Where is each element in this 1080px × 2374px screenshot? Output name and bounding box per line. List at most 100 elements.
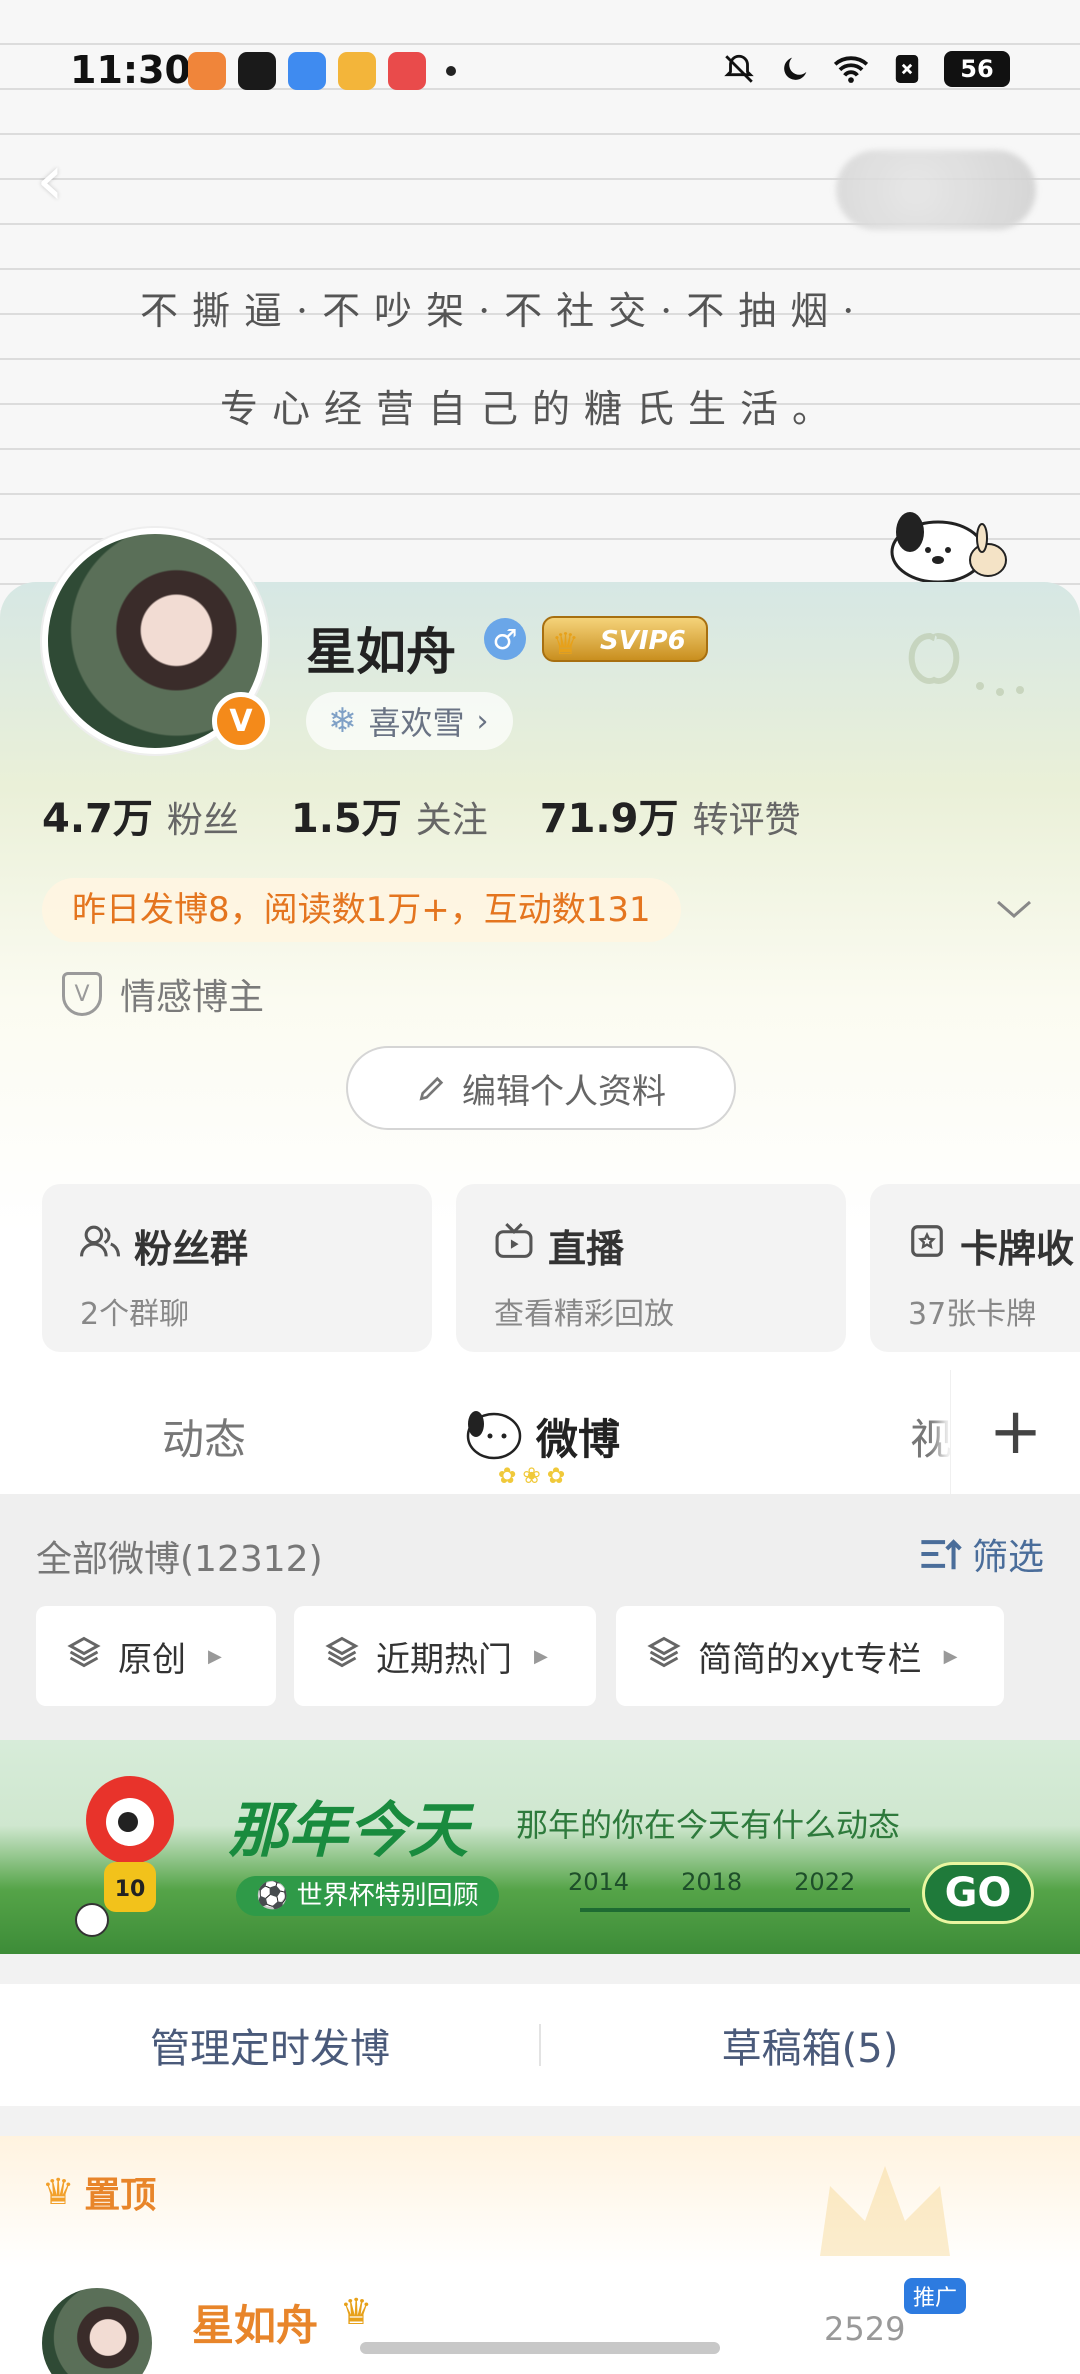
post-count: 2529 xyxy=(824,2310,906,2348)
promo-go-button[interactable]: GO xyxy=(922,1862,1034,1924)
year-label: 2014 xyxy=(568,1868,630,1896)
pencil-icon xyxy=(419,1076,444,1101)
promo-cup-label: ⚽ 世界杯特别回顾 xyxy=(236,1876,499,1916)
filter-label: 筛选 xyxy=(971,1537,1044,1578)
app-icon-player xyxy=(388,52,426,90)
battery-icon: 56 xyxy=(944,51,1010,87)
feature-sub: 2个群聊 xyxy=(80,1297,190,1332)
profile-stats: 4.7万 粉丝 1.5万 关注 71.9万 转评赞 xyxy=(42,786,852,844)
like-tag-pill[interactable]: ❄ 喜欢雪 › xyxy=(306,692,513,750)
manage-row: 管理定时发博 草稿箱(5) xyxy=(0,1984,1080,2106)
shield-icon: V xyxy=(62,972,102,1016)
stat-label: 转评赞 xyxy=(692,800,801,841)
on-this-day-banner[interactable]: 10 那年今天 那年的你在今天有什么动态 ⚽ 世界杯特别回顾 2014 2018… xyxy=(0,1740,1080,1954)
tab-video[interactable]: 视 xyxy=(910,1406,952,1467)
tab-weibo[interactable]: 微博 xyxy=(536,1406,620,1467)
moon-icon xyxy=(776,50,814,88)
stat-followers[interactable]: 4.7万 粉丝 xyxy=(42,786,239,844)
status-bar: 11:30 56 xyxy=(0,44,1080,104)
promo-timeline xyxy=(580,1908,910,1912)
flower-decor-icon: ✿❀✿ xyxy=(498,1464,572,1489)
feature-cards[interactable]: 卡牌收 37张卡牌 xyxy=(870,1184,1080,1352)
ad-badge: 推广 xyxy=(904,2278,966,2314)
yesterday-summary[interactable]: 昨日发博8，阅读数1万+，互动数131 xyxy=(42,878,681,942)
wifi-icon xyxy=(832,50,870,88)
pinned-post[interactable]: ♛ 置顶 星如舟 ♛ 2529 推广 xyxy=(0,2136,1080,2374)
stat-value: 71.9万 xyxy=(539,796,679,842)
stat-label: 粉丝 xyxy=(166,800,239,841)
group-icon xyxy=(80,1223,120,1268)
chip-column[interactable]: 简简的xyt专栏 ▶ xyxy=(616,1606,1004,1706)
feature-title: 粉丝群 xyxy=(134,1227,249,1271)
stat-label: 关注 xyxy=(415,800,488,841)
chevron-down-icon[interactable] xyxy=(994,886,1034,932)
chip-label: 原创 xyxy=(118,1639,186,1680)
blogger-tag-label: 情感博主 xyxy=(120,977,265,1018)
app-icon-douyin xyxy=(238,52,276,90)
post-author[interactable]: 星如舟 xyxy=(192,2292,318,2353)
snowflake-icon: ❄ xyxy=(328,701,357,741)
notification-icons xyxy=(188,52,456,90)
stat-value: 1.5万 xyxy=(290,796,402,842)
banner-text-line1: 不撕逼·不吵架·不社交·不抽烟· xyxy=(140,289,869,333)
promo-title: 那年今天 xyxy=(228,1796,468,1866)
pochacco-tab-icon xyxy=(466,1411,522,1460)
drafts-button[interactable]: 草稿箱(5) xyxy=(540,1984,1080,2106)
sim-icon xyxy=(888,50,926,88)
caret-right-icon: ▶ xyxy=(534,1645,548,1667)
chip-label: 近期热门 xyxy=(376,1639,512,1680)
status-time: 11:30 xyxy=(70,48,191,92)
chip-recent-hot[interactable]: 近期热门 ▶ xyxy=(294,1606,596,1706)
feature-sub: 查看精彩回放 xyxy=(494,1297,674,1332)
crown-icon: ♛ xyxy=(340,2292,373,2333)
stat-value: 4.7万 xyxy=(42,796,153,842)
feature-live[interactable]: 直播 查看精彩回放 xyxy=(456,1184,846,1352)
post-avatar[interactable] xyxy=(42,2288,152,2374)
crown-watermark-icon xyxy=(820,2166,950,2256)
stat-likes[interactable]: 71.9万 转评赞 xyxy=(540,786,801,844)
layers-icon xyxy=(324,1634,360,1679)
profile-banner[interactable]: 11:30 56 ‹ 不撕逼·不吵架·不社交·不抽烟· 专心经营自己的糖氏生活。 xyxy=(0,0,1080,610)
crown-icon: ♛ xyxy=(42,2171,75,2213)
blogger-tag[interactable]: V 情感博主 xyxy=(62,968,264,1020)
filter-button[interactable]: 筛选 xyxy=(918,1528,1044,1580)
layers-icon xyxy=(66,1634,102,1679)
stat-following[interactable]: 1.5万 关注 xyxy=(291,786,488,844)
sort-filter-icon xyxy=(921,1539,962,1570)
pochacco-sticker-icon xyxy=(890,512,1007,584)
feature-title: 直播 xyxy=(548,1227,625,1271)
mute-icon xyxy=(720,50,758,88)
add-tab-button[interactable]: + xyxy=(950,1370,1080,1494)
profile-name: 星如舟 xyxy=(306,623,456,681)
like-tag-label: 喜欢雪 xyxy=(368,704,465,742)
chevron-right-icon: › xyxy=(476,703,489,739)
app-icon-browser xyxy=(288,52,326,90)
pinned-label: ♛ 置顶 xyxy=(42,2166,156,2218)
layers-icon xyxy=(646,1634,682,1679)
gender-male-icon: ♂ xyxy=(484,618,526,660)
scheduled-posts-button[interactable]: 管理定时发博 xyxy=(0,1984,540,2106)
chip-label: 简简的xyt专栏 xyxy=(698,1639,922,1680)
year-label: 2022 xyxy=(794,1868,856,1896)
feature-title: 卡牌收 xyxy=(960,1227,1075,1271)
feature-fan-group[interactable]: 粉丝群 2个群聊 xyxy=(42,1184,432,1352)
edit-profile-label: 编辑个人资料 xyxy=(462,1071,666,1112)
status-right: 56 xyxy=(720,50,1010,88)
year-label: 2018 xyxy=(681,1868,743,1896)
tv-icon xyxy=(494,1222,534,1269)
home-indicator[interactable] xyxy=(360,2342,720,2354)
back-button[interactable]: ‹ xyxy=(36,145,96,220)
profile-page: 11:30 56 ‹ 不撕逼·不吵架·不社交·不抽烟· 专心经营自己的糖氏生活。… xyxy=(0,0,1080,2374)
caret-right-icon: ▶ xyxy=(208,1645,222,1667)
all-weibo-count: 全部微博(12312) xyxy=(36,1539,323,1580)
svip-badge[interactable]: ♛ SVIP6 xyxy=(542,616,708,662)
verified-badge-icon: V xyxy=(212,692,270,750)
weibo-mascot-icon: 10 xyxy=(75,1776,174,1937)
promo-subtitle: 那年的你在今天有什么动态 xyxy=(516,1806,901,1844)
svg-text:10: 10 xyxy=(115,1877,146,1902)
edit-profile-button[interactable]: 编辑个人资料 xyxy=(346,1046,736,1130)
svip-label: SVIP6 xyxy=(600,626,686,656)
tab-dynamic[interactable]: 动态 xyxy=(162,1406,246,1467)
top-right-actions[interactable] xyxy=(836,150,1036,230)
chip-original[interactable]: 原创 ▶ xyxy=(36,1606,276,1706)
